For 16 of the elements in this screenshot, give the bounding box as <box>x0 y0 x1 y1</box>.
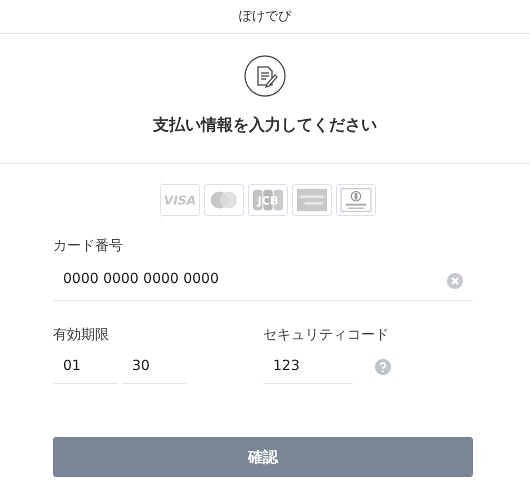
confirm-button[interactable]: 確認 <box>53 437 473 477</box>
year-field[interactable]: 30 <box>122 350 187 384</box>
help-icon[interactable] <box>375 359 391 375</box>
field-label: 有効期限 <box>53 326 110 345</box>
month-field[interactable]: 01 <box>53 350 118 384</box>
security-code-field[interactable]: 123 <box>263 350 353 384</box>
app-title: ぽけでぴ <box>239 8 291 26</box>
card-number-field[interactable]: 0000 0000 0000 0000 <box>53 261 473 301</box>
mastercard-logo <box>204 184 244 216</box>
document-edit-icon <box>244 55 286 97</box>
page-heading: 支払い情報を入力してください <box>153 114 377 136</box>
jcb-logo: JCB <box>248 184 288 216</box>
field-label: セキュリティコード <box>263 326 390 345</box>
clear-icon[interactable] <box>447 273 463 289</box>
visa-logo: VISA <box>160 184 200 216</box>
field-label: カード番号 <box>53 237 124 256</box>
